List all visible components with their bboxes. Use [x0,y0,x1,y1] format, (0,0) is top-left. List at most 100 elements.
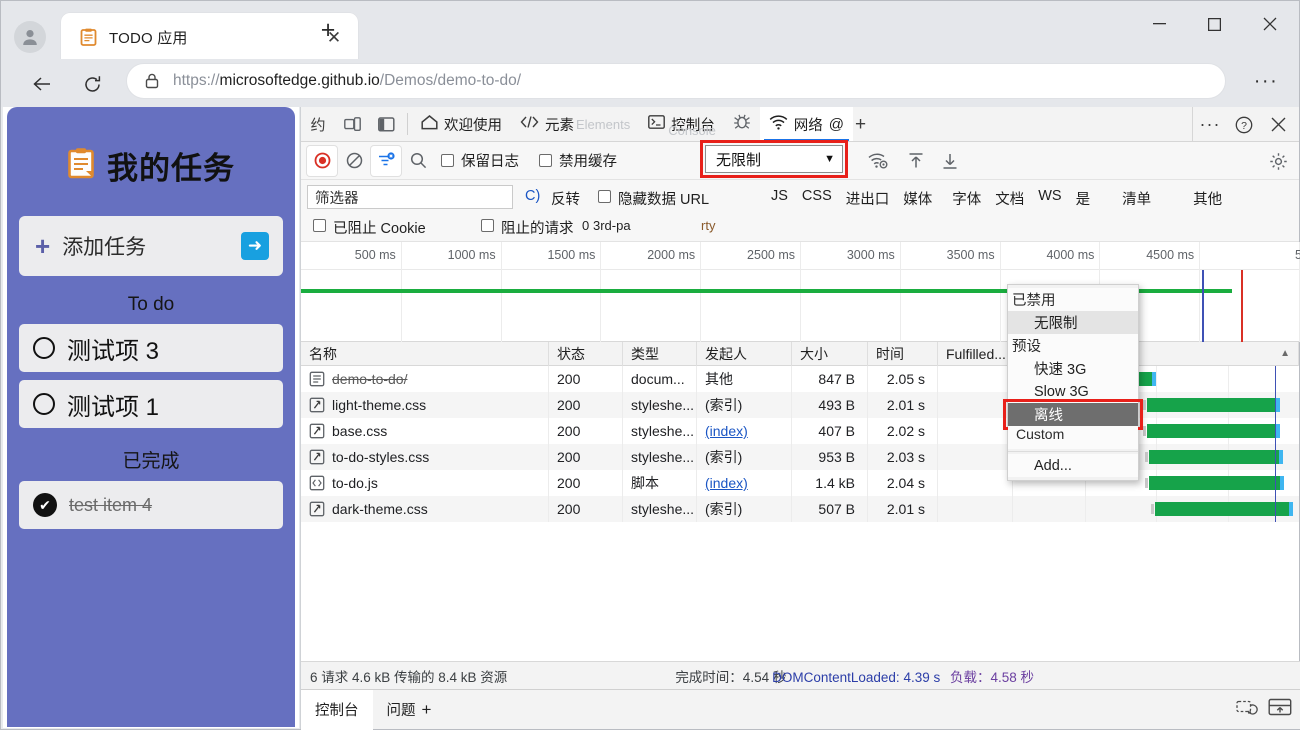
checkbox-circle-icon[interactable] [33,393,55,415]
dock-side-icon[interactable] [335,107,369,141]
type-filter-manifest[interactable]: 清单 [1122,188,1151,209]
request-name: to-do-styles.css [332,449,430,465]
tab-welcome[interactable]: 欢迎使用 [412,107,511,141]
settings-icon[interactable] [1263,146,1293,176]
list-item[interactable]: 测试项 3 [19,324,283,372]
column-header-size[interactable]: 大小 [792,341,868,366]
blocked-cookies-checkbox[interactable] [313,219,326,232]
tab-console[interactable]: 控制台 Console [639,107,724,141]
column-header-time[interactable]: 时间 [868,341,938,366]
waterfall-bar[interactable] [1144,476,1285,490]
list-item[interactable]: 测试项 1 [19,380,283,428]
column-header-initiator[interactable]: 发起人 [697,341,792,366]
devtools-close-button[interactable] [1261,108,1295,142]
type-filter-other[interactable]: 其他 [1193,188,1222,209]
import-icon[interactable] [901,146,931,176]
sort-arrow-icon[interactable]: ▲ [1280,348,1290,359]
type-filter-js[interactable]: JS [771,188,788,209]
page-title: 我的任务 [107,151,235,186]
hide-data-urls-checkbox[interactable] [598,190,611,203]
add-panel-button[interactable]: + [855,115,866,134]
profile-avatar[interactable] [14,21,46,53]
export-icon[interactable] [935,146,965,176]
window-close-button[interactable] [1242,3,1297,45]
new-tab-button[interactable]: + [311,13,345,47]
column-header-status[interactable]: 状态 [549,341,623,366]
network-conditions-icon[interactable] [863,146,893,176]
waterfall-dcl-line [1274,366,1277,392]
checkbox-box[interactable] [539,154,552,167]
waterfall-bar-tail [1278,450,1283,464]
screenshot-icon[interactable] [1236,697,1258,720]
throttle-dropdown-menu[interactable]: 已禁用 无限制 预设 快速 3G Slow 3G 离线 Custom Add..… [1003,284,1143,481]
table-row[interactable]: light-theme.css 200 styleshe... (索引) 493 B 2.… [301,392,1299,418]
reload-button[interactable] [75,67,109,101]
panel-icon[interactable] [369,107,403,141]
waterfall-bar[interactable] [1143,424,1281,438]
devtools-約-button[interactable]: 约 [301,107,335,141]
type-filter-media[interactable]: 媒体 [903,188,932,209]
menu-divider [1008,451,1138,452]
help-icon[interactable]: ? [1227,108,1261,142]
window-minimize-button[interactable] [1132,3,1187,45]
check-icon[interactable]: ✔ [33,493,57,517]
type-filter-font[interactable]: 字体 [952,188,981,209]
home-icon [421,114,438,134]
tab-debug[interactable] [724,107,760,141]
table-row[interactable]: to-do-styles.css 200 styleshe... (索引) 953 B2… [301,444,1299,470]
drawer-tab-console[interactable]: 控制台 [301,689,373,730]
search-icon[interactable] [403,146,433,176]
menu-item-offline[interactable]: 离线 [1008,403,1138,426]
menu-item-add[interactable]: Add... [1008,454,1138,477]
waterfall-dcl-line [1274,444,1277,470]
cell-status: 200 [549,470,623,496]
clear-icon[interactable] [339,146,369,176]
drawer-add-button[interactable]: + [422,700,432,720]
dock-bottom-icon[interactable] [1268,697,1292,720]
add-task-row[interactable]: + 添加任务 ➜ [19,216,283,276]
checkbox-box[interactable] [441,154,454,167]
filter-input[interactable]: 筛选器 [307,185,513,209]
waterfall-bar[interactable] [1144,450,1283,464]
filter-icon[interactable] [371,145,401,176]
cell-time: 2.05 s [868,366,938,392]
disable-cache-checkbox[interactable]: 禁用缓存 [539,150,617,171]
waterfall-bar-head [1143,426,1147,436]
type-filter-doc[interactable]: 文档 [995,188,1024,209]
address-bar[interactable]: https://microsoftedge.github.io/Demos/de… [126,63,1226,99]
initiator-link[interactable]: (index) [705,423,748,439]
table-row[interactable]: base.css 200 styleshe... (index) 407 B 2.02 s [301,418,1299,444]
waterfall-bar-tail [1151,372,1156,386]
preserve-log-checkbox[interactable]: 保留日志 [441,150,519,171]
type-filter-fetch-xhr[interactable]: 进出口 [846,188,890,209]
blocked-requests-checkbox[interactable] [481,219,494,232]
initiator-link[interactable]: (index) [705,475,748,491]
type-filter-ws[interactable]: WS [1038,188,1061,209]
browser-more-button[interactable]: ··· [1251,69,1281,93]
table-row[interactable]: to-do.js 200 脚本 (index) 1.4 kB 2.04 s [301,470,1299,496]
table-row[interactable]: demo-to-do/200 docum... 其他 847 B 2.05 s [301,366,1299,392]
table-row[interactable]: dark-theme.css 200 styleshe... (索引) 507 B 2.0… [301,496,1299,522]
type-filter-css[interactable]: CSS [802,188,832,209]
column-header-name[interactable]: 名称 [301,341,549,366]
network-overview-timeline[interactable]: 500 ms 1000 ms 1500 ms 2000 ms 2500 ms 3… [301,242,1300,342]
menu-item-no-throttling[interactable]: 无限制 [1008,311,1138,334]
menu-item-slow-3g[interactable]: Slow 3G [1008,380,1138,403]
window-maximize-button[interactable] [1187,3,1242,45]
throttle-select[interactable]: 无限制 ▼ [705,145,843,173]
menu-item-fast-3g[interactable]: 快速 3G [1008,357,1138,380]
type-filter-wasm[interactable]: 是 [1076,188,1091,209]
devtools-more-button[interactable]: ··· [1193,108,1227,142]
record-icon[interactable] [307,145,337,176]
add-task-submit-button[interactable]: ➜ [241,232,269,260]
waterfall-bar[interactable] [1143,398,1281,412]
cell-type: styleshe... [623,496,697,522]
waterfall-bar[interactable] [1150,502,1293,516]
checkbox-circle-icon[interactable] [33,337,55,359]
column-header-type[interactable]: 类型 [623,341,697,366]
list-item[interactable]: ✔ test item 4 [19,481,283,529]
column-header-fulfilled[interactable]: Fulfilled... [938,341,1013,366]
tab-network[interactable]: 网络 @ [759,107,853,141]
back-button[interactable] [25,67,59,101]
tab-elements[interactable]: 元素 Elements [511,107,639,141]
